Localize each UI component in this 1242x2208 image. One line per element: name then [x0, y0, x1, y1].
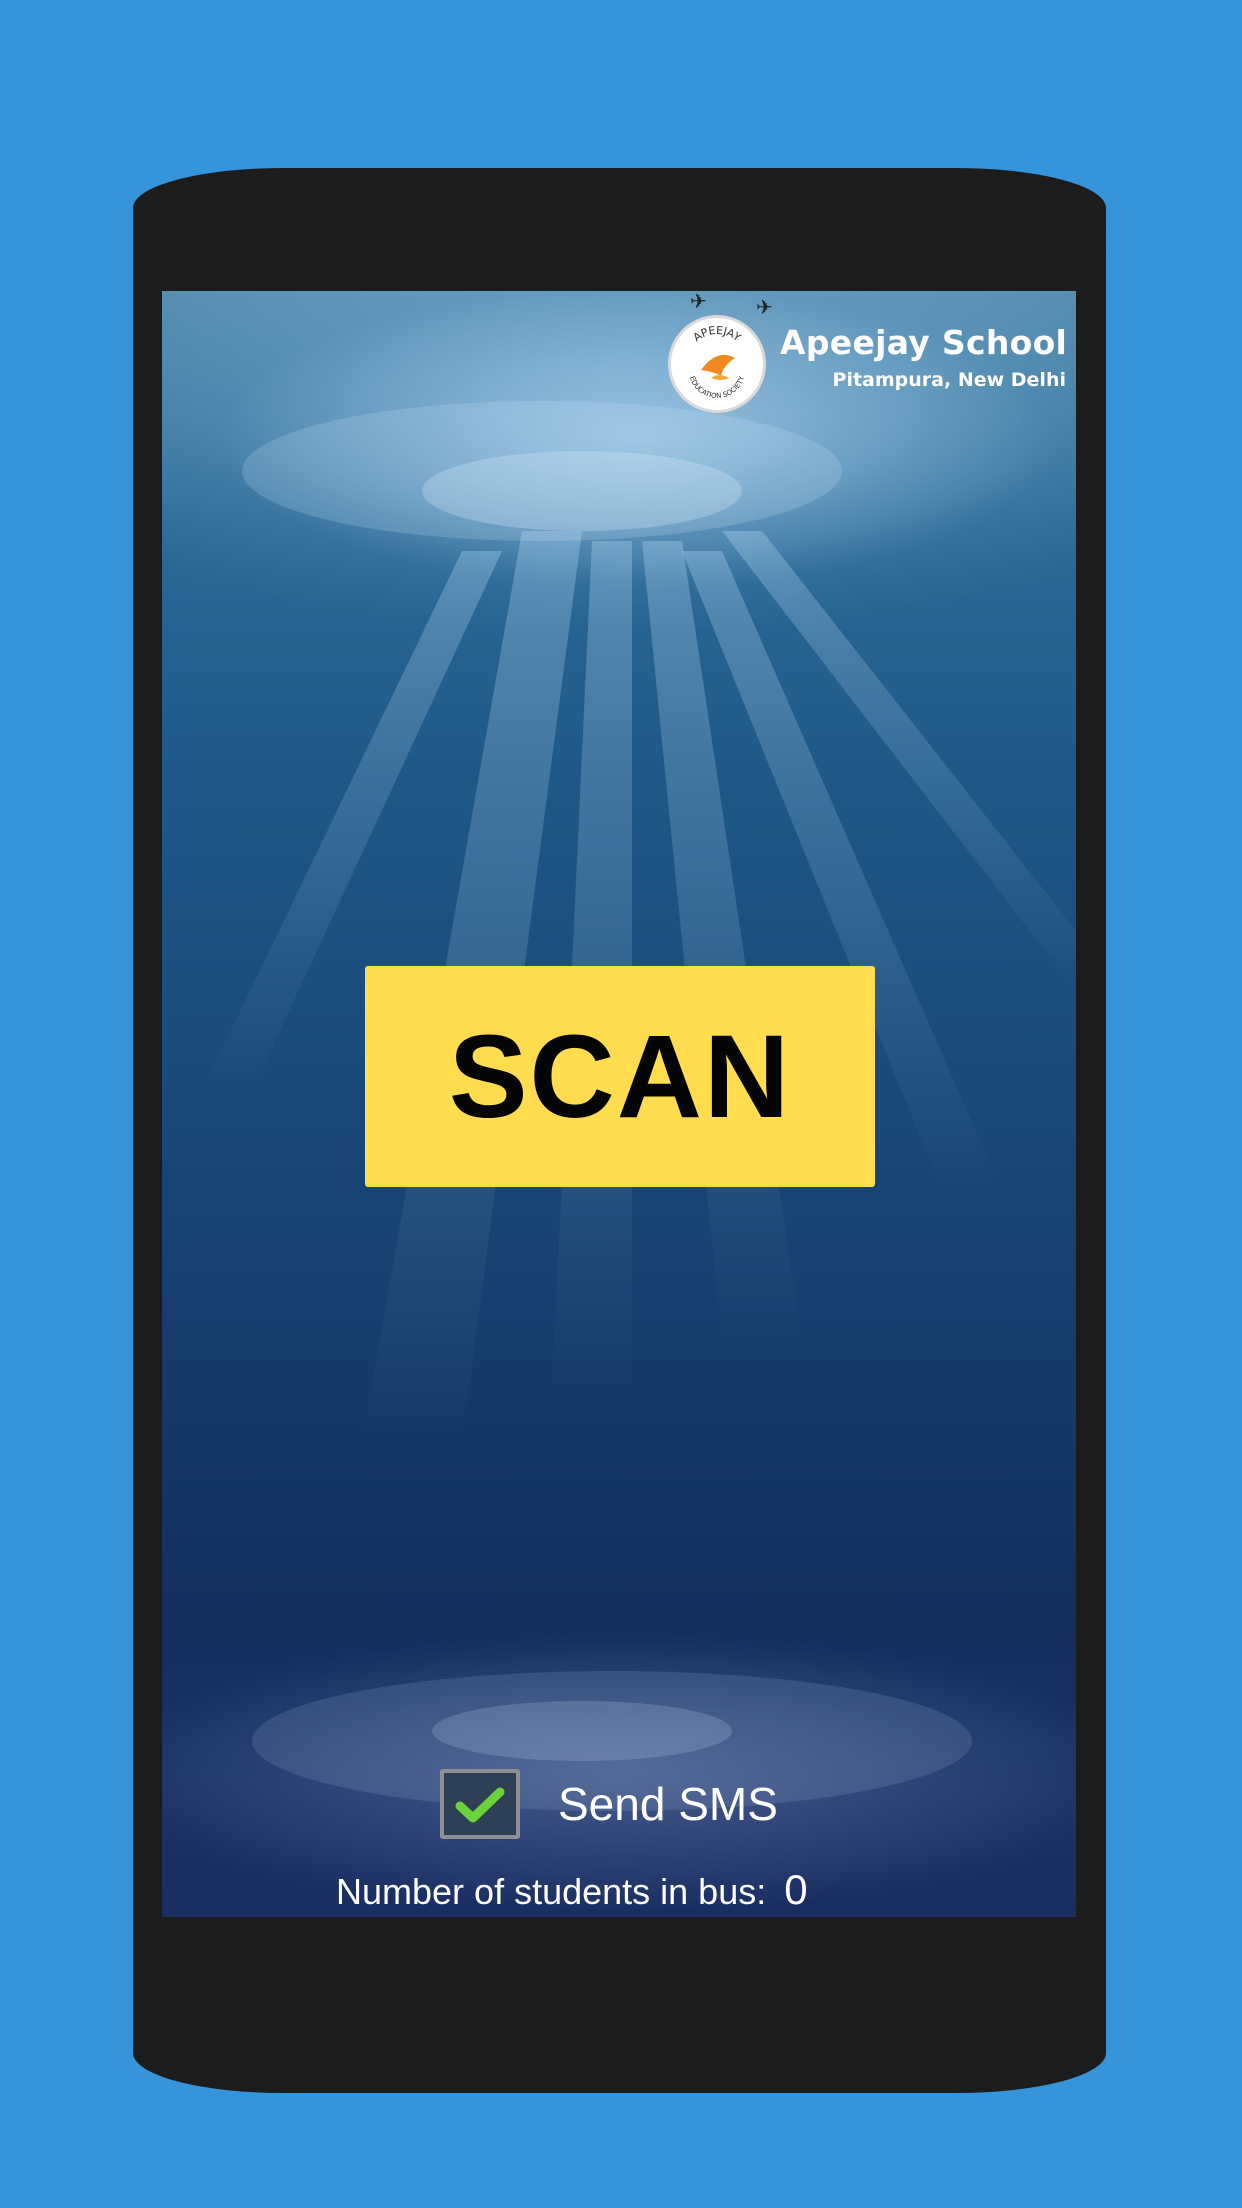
- scan-button[interactable]: SCAN: [365, 966, 875, 1187]
- check-icon: [455, 1787, 505, 1823]
- bird-icon: ✈: [756, 297, 773, 319]
- school-logo: ✈ ✈ APEEJAY EDUCATION SOCIETY Apeejay Sc…: [658, 291, 1068, 413]
- svg-text:APEEJAY: APEEJAY: [691, 324, 744, 344]
- app-screen: ✈ ✈ APEEJAY EDUCATION SOCIETY Apeejay Sc…: [162, 291, 1076, 1917]
- phone-frame-top: [133, 168, 1106, 308]
- apeejay-logo-icon: APEEJAY EDUCATION SOCIETY: [668, 315, 766, 413]
- send-sms-row: Send SMS: [440, 1766, 778, 1842]
- send-sms-checkbox[interactable]: [440, 1769, 520, 1839]
- students-count-label: Number of students in bus:: [336, 1871, 767, 1912]
- students-count-row: Number of students in bus: 0: [336, 1866, 808, 1914]
- send-sms-label[interactable]: Send SMS: [558, 1777, 778, 1831]
- students-count-value: 0: [784, 1866, 808, 1913]
- school-name: Apeejay School: [780, 323, 1068, 362]
- bird-icon: ✈: [690, 291, 707, 313]
- school-location: Pitampura, New Delhi: [832, 369, 1066, 391]
